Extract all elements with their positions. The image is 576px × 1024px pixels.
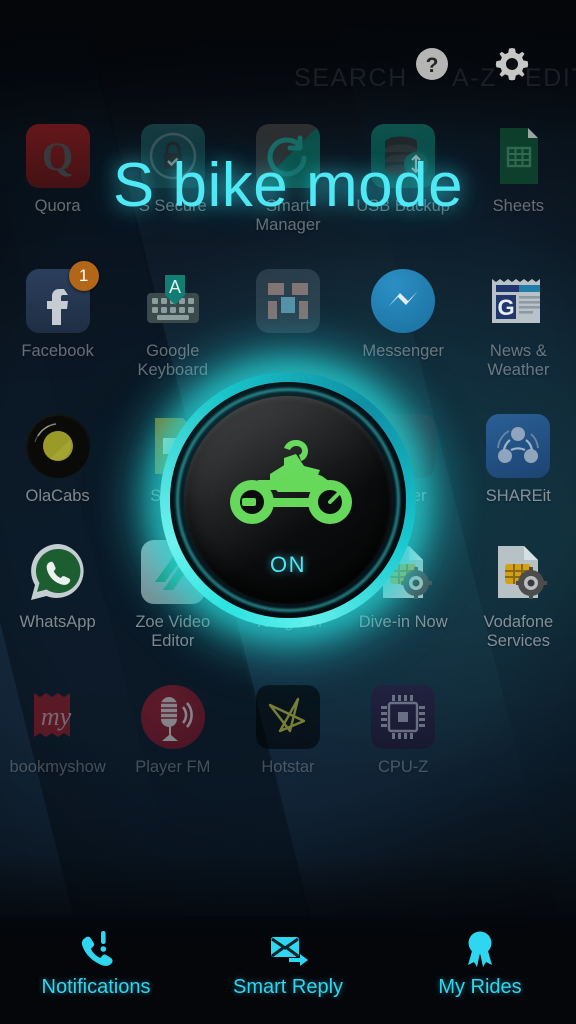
gear-icon[interactable] <box>490 42 534 86</box>
search-label[interactable]: SEARCH <box>294 64 408 93</box>
toggle-face: ON <box>184 396 392 604</box>
facebook-icon: 1 <box>25 261 99 333</box>
help-circle-icon[interactable]: ? <box>410 42 454 86</box>
app-item-whatsapp[interactable]: WhatsApp <box>0 534 115 651</box>
app-label: Player FM <box>135 758 211 776</box>
app-label: SHAREit <box>485 487 551 505</box>
bottom-item-smart-reply[interactable]: Smart Reply <box>192 916 384 999</box>
app-item-vodafone-services[interactable]: Vodafone Services <box>461 534 576 651</box>
news-weather-icon: G <box>486 269 550 333</box>
toggle-state-label: ON <box>270 552 306 577</box>
bottom-item-label: Smart Reply <box>232 976 344 998</box>
app-item-cpu-z[interactable]: CPU-Z <box>346 679 461 777</box>
sim-settings-icon <box>486 540 550 604</box>
bottom-item-label: My Rides <box>438 976 522 998</box>
cpuz-icon <box>371 685 436 749</box>
app-label: bookmyshow <box>9 758 106 776</box>
app-label: Vodafone Services <box>483 613 554 650</box>
motorcycle-rider-icon <box>230 440 352 524</box>
google-keyboard-icon: A <box>141 269 205 333</box>
app-item-empty <box>461 679 576 777</box>
app-label: Facebook <box>21 342 94 360</box>
svg-text:my: my <box>40 702 71 731</box>
app-item-bookmyshow[interactable]: my bookmyshow <box>0 679 115 777</box>
app-item-facebook[interactable]: 1 Facebook <box>0 261 115 380</box>
bottom-item-my-rides[interactable]: My Rides <box>384 916 576 999</box>
top-bar: SEARCH A-Z EDIT ? <box>0 0 576 110</box>
app-label: Hotstar <box>261 758 315 776</box>
app-label: OlaCabs <box>25 487 90 505</box>
page-title: S bike mode <box>112 151 464 220</box>
app-label: CPU-Z <box>377 758 429 776</box>
svg-text:G: G <box>498 295 515 320</box>
home-screen: Q Quora S Secure Smart Manager USB Backu… <box>0 0 576 1024</box>
app-label: WhatsApp <box>19 613 96 631</box>
app-row: my bookmyshow Player FM Hotstar CPU-Z <box>0 679 576 777</box>
svg-text:A: A <box>169 277 181 297</box>
olacabs-icon <box>25 414 90 478</box>
player-fm-icon <box>140 685 205 749</box>
missed-call-icon <box>81 931 113 966</box>
bookmyshow-icon: my <box>26 685 90 749</box>
shareit-icon <box>486 414 551 478</box>
svg-text:?: ? <box>426 54 439 77</box>
envelope-reply-icon <box>271 937 308 966</box>
app-item-player-fm[interactable]: Player FM <box>115 679 230 777</box>
app-item-olacabs[interactable]: OlaCabs <box>0 408 115 506</box>
empty-icon <box>486 685 550 749</box>
hotstar-icon <box>255 685 320 749</box>
bottom-item-label: Notifications <box>41 976 151 998</box>
bottom-action-bar: Notifications Smart Reply My Rides <box>0 916 576 1024</box>
app-label: News & Weather <box>487 342 550 379</box>
whatsapp-icon <box>26 540 90 604</box>
app-item-news-weather[interactable]: G News & Weather <box>461 263 576 380</box>
bottom-item-notifications[interactable]: Notifications <box>0 916 192 999</box>
notification-badge: 1 <box>68 261 99 291</box>
award-ribbon-icon <box>468 931 492 967</box>
app-item-shareit[interactable]: SHAREit <box>461 408 576 506</box>
messenger-icon <box>371 269 436 333</box>
app-item-hotstar[interactable]: Hotstar <box>230 679 345 777</box>
s-bike-mode-toggle-button[interactable]: ON <box>102 314 474 686</box>
